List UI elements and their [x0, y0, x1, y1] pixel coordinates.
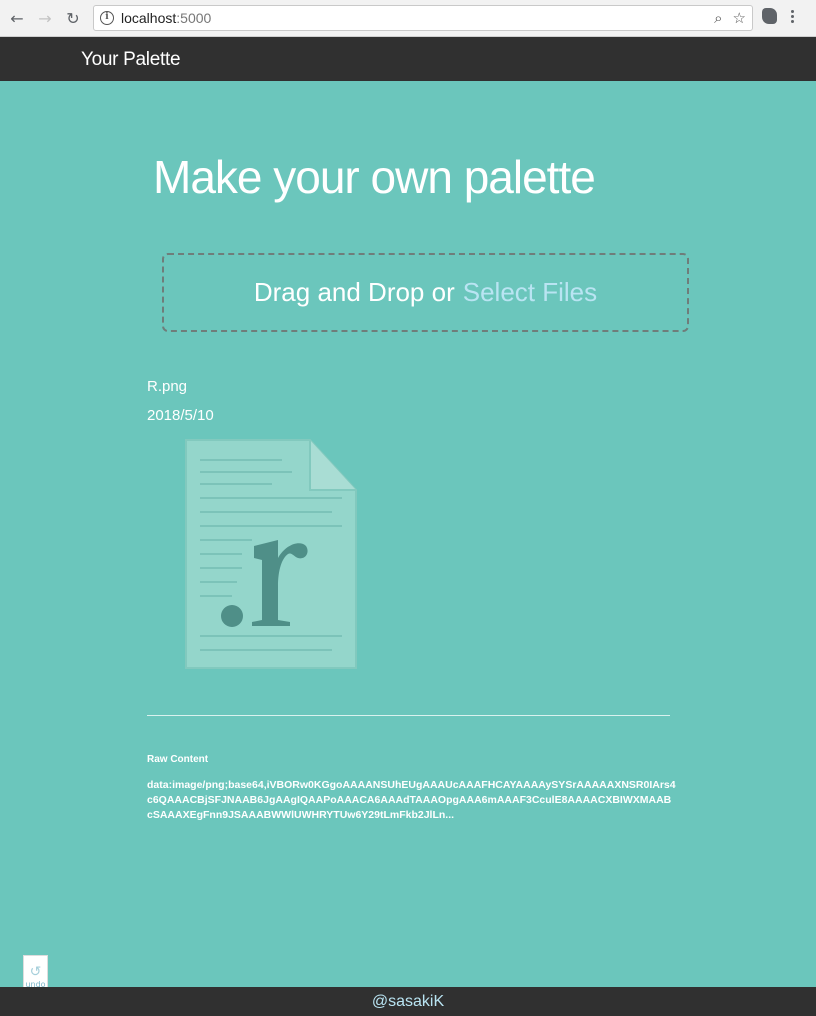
raw-content-label: Raw Content: [147, 754, 209, 765]
back-arrow-icon[interactable]: ←: [6, 7, 28, 29]
evernote-extension-icon[interactable]: [762, 8, 777, 24]
file-name: R.png: [147, 378, 188, 395]
browser-toolbar: ← → ↻ i localhost:5000 ⌕ ☆: [0, 0, 816, 37]
footer: @sasakiK: [0, 987, 816, 1016]
select-files-link[interactable]: Select Files: [463, 277, 597, 308]
reload-icon[interactable]: ↻: [62, 7, 84, 29]
url-text[interactable]: localhost:5000: [121, 10, 211, 26]
divider: [147, 715, 670, 716]
forward-arrow-icon[interactable]: →: [34, 7, 56, 29]
page-title: Make your own palette: [153, 151, 596, 203]
dropzone-text: Drag and Drop or: [253, 277, 455, 307]
address-bar[interactable]: i localhost:5000 ⌕ ☆: [93, 5, 753, 31]
zoom-icon[interactable]: ⌕: [714, 9, 722, 27]
raw-content-text: data:image/png;base64,iVBORw0KGgoAAAANSU…: [147, 779, 676, 821]
bookmark-star-icon[interactable]: ☆: [733, 9, 746, 27]
app-header: Your Palette: [0, 37, 816, 81]
file-date: 2018/5/10: [147, 407, 214, 424]
site-info-icon[interactable]: i: [100, 11, 114, 25]
author-link[interactable]: @sasakiK: [372, 993, 444, 1011]
r-file-document-icon: [182, 436, 360, 672]
file-dropzone[interactable]: Drag and Drop or Select Files: [162, 253, 689, 332]
undo-icon: ↺: [29, 964, 42, 980]
browser-menu-icon[interactable]: [791, 9, 794, 23]
brand-logo-text[interactable]: Your Palette: [81, 49, 181, 71]
